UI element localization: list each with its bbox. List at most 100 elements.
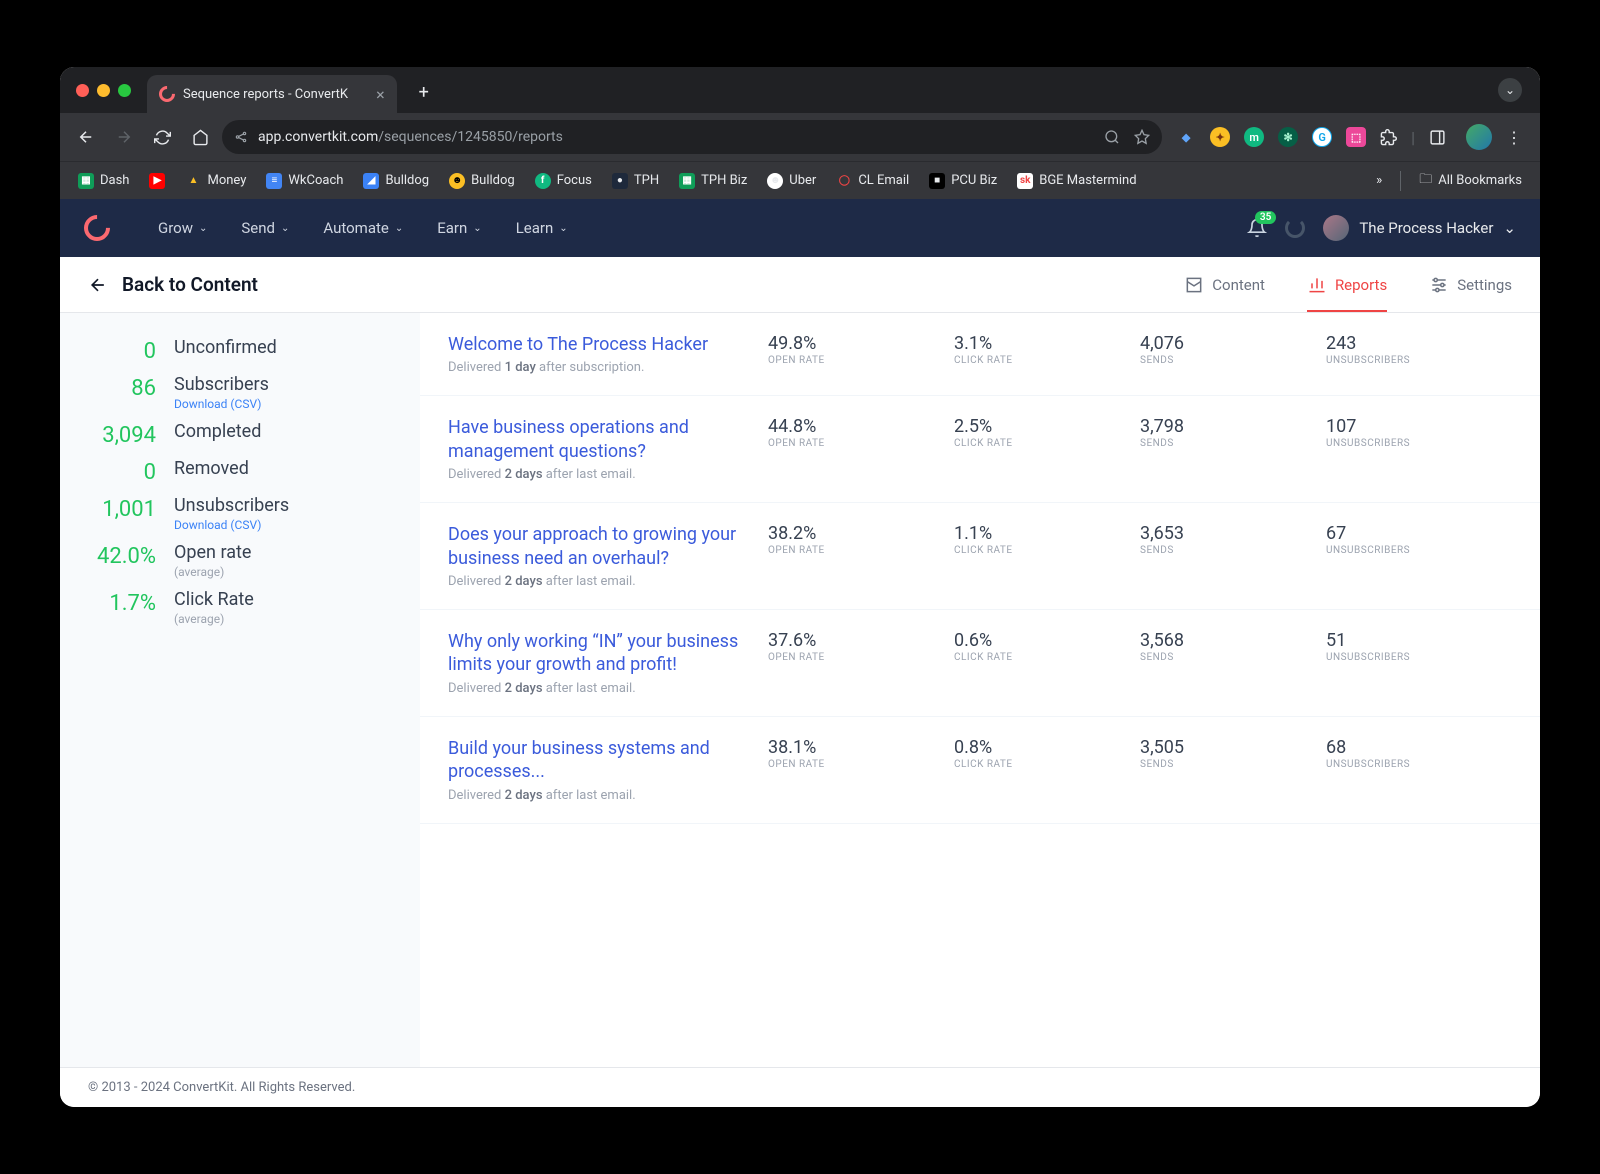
email-title[interactable]: Welcome to The Process Hacker [448,333,748,356]
reload-button[interactable] [146,121,178,153]
bookmark[interactable]: ■PCU Biz [921,169,1005,193]
chevron-down-icon: ⌄ [395,223,403,234]
download-csv-link[interactable]: Download (CSV) [174,397,269,411]
metric-value: 243 [1326,333,1512,354]
metric-label: CLICK RATE [954,759,1140,770]
metric-value: 38.1% [768,737,954,758]
ext-icon[interactable]: m [1244,127,1264,147]
metric-sends: 4,076SENDS [1140,333,1326,366]
nav-learn[interactable]: Learn⌄ [516,219,568,237]
bookmark[interactable]: skBGE Mastermind [1009,169,1144,193]
account-menu[interactable]: The Process Hacker ⌄ [1323,215,1516,241]
bookmark[interactable]: ▦Dash [70,169,137,193]
content: 0Unconfirmed 86SubscribersDownload (CSV) 3… [60,313,1540,1067]
download-csv-link[interactable]: Download (CSV) [174,518,289,532]
stat-value: 1,001 [84,495,174,522]
stat-row: 86SubscribersDownload (CSV) [84,374,396,411]
email-title[interactable]: Does your approach to growing your busin… [448,523,748,570]
metric-click-rate: 2.5%CLICK RATE [954,416,1140,449]
ext-icon[interactable]: G [1312,127,1332,147]
bookmarks-overflow[interactable]: » [1368,169,1390,192]
nav-send[interactable]: Send⌄ [241,219,289,237]
tab-content[interactable]: Content [1184,275,1265,295]
tab-reports[interactable]: Reports [1307,275,1387,295]
bookmark[interactable]: fFocus [527,169,600,193]
profile-avatar[interactable] [1466,124,1492,150]
back-to-content[interactable]: Back to Content [88,273,258,296]
bookmark[interactable]: ☻Uber [759,169,824,193]
nav-grow[interactable]: Grow⌄ [158,219,207,237]
close-tab-icon[interactable]: × [376,85,385,104]
close-window[interactable] [76,84,89,97]
stat-label: Removed [174,458,249,479]
email-title[interactable]: Have business operations and management … [448,416,748,463]
bookmark[interactable]: ▶ [141,169,173,193]
email-title[interactable]: Build your business systems and processe… [448,737,748,784]
window-controls [76,84,131,97]
maximize-window[interactable] [118,84,131,97]
bookmark[interactable]: ◢Bulldog [355,169,437,193]
email-row[interactable]: Welcome to The Process HackerDelivered 1… [420,313,1540,396]
email-row[interactable]: Have business operations and management … [420,396,1540,503]
back-button[interactable] [70,121,102,153]
email-title[interactable]: Why only working “IN” your business limi… [448,630,748,677]
stat-row: 42.0%Open rate(average) [84,542,396,579]
new-tab-button[interactable]: + [419,82,429,103]
metric-click-rate: 0.8%CLICK RATE [954,737,1140,770]
browser-toolbar: app.convertkit.com/sequences/1245850/rep… [60,113,1540,161]
forward-button[interactable] [108,121,140,153]
url-bar[interactable]: app.convertkit.com/sequences/1245850/rep… [222,120,1162,154]
tabstrip-menu[interactable]: ⌄ [1498,78,1522,102]
metric-unsubscribers: 51UNSUBSCRIBERS [1326,630,1512,663]
metric-value: 3.1% [954,333,1140,354]
extensions: ◆ ✦ m ✻ G ⬚ | ⋮ [1176,124,1522,150]
metric-open-rate: 38.1%OPEN RATE [768,737,954,770]
bookmark[interactable]: ☻Bulldog [441,169,523,193]
bookmark-star-icon[interactable] [1134,129,1150,145]
bookmark[interactable]: ◯CL Email [828,169,917,193]
metric-label: OPEN RATE [768,438,954,449]
tab-title: Sequence reports - ConvertK [183,87,348,102]
email-row[interactable]: Does your approach to growing your busin… [420,503,1540,610]
metric-label: UNSUBSCRIBERS [1326,545,1512,556]
chevron-down-icon: ⌄ [473,223,481,234]
ext-icon[interactable]: ⬚ [1346,127,1366,147]
ext-icon[interactable]: ✦ [1210,127,1230,147]
tab-settings[interactable]: Settings [1429,275,1512,295]
metric-open-rate: 44.8%OPEN RATE [768,416,954,449]
bookmark[interactable]: ≡WkCoach [258,169,351,193]
ext-icon[interactable]: ◆ [1176,127,1196,147]
titlebar: Sequence reports - ConvertK × + ⌄ [60,67,1540,113]
notifications-button[interactable]: 35 [1247,218,1267,238]
nav-automate[interactable]: Automate⌄ [323,219,403,237]
bookmark[interactable]: ▦TPH Biz [671,169,755,193]
stat-row: 0Unconfirmed [84,337,396,364]
extensions-icon[interactable] [1380,129,1397,146]
metric-open-rate: 49.8%OPEN RATE [768,333,954,366]
zoom-icon[interactable] [1104,129,1120,145]
metric-value: 0.6% [954,630,1140,651]
chevron-down-icon: ⌄ [281,223,289,234]
sidepanel-icon[interactable] [1429,129,1446,146]
site-info-icon[interactable] [234,130,248,144]
bookmark[interactable]: ▲Money [177,169,254,193]
home-button[interactable] [184,121,216,153]
metric-value: 68 [1326,737,1512,758]
ext-icon[interactable]: ✻ [1278,127,1298,147]
browser-tab[interactable]: Sequence reports - ConvertK × [147,75,397,113]
favicon [156,83,179,106]
stat-value: 1.7% [84,589,174,616]
menu-icon[interactable]: ⋮ [1506,128,1522,147]
metric-value: 49.8% [768,333,954,354]
metric-sends: 3,653SENDS [1140,523,1326,556]
minimize-window[interactable] [97,84,110,97]
account-name: The Process Hacker [1359,219,1493,237]
all-bookmarks[interactable]: 🗀All Bookmarks [1411,166,1530,196]
stat-value: 0 [84,337,174,364]
bookmark[interactable]: ●TPH [604,169,667,193]
email-row[interactable]: Build your business systems and processe… [420,717,1540,824]
nav-earn[interactable]: Earn⌄ [437,219,481,237]
convertkit-logo[interactable] [79,210,116,247]
metric-value: 3,798 [1140,416,1326,437]
email-row[interactable]: Why only working “IN” your business limi… [420,610,1540,717]
